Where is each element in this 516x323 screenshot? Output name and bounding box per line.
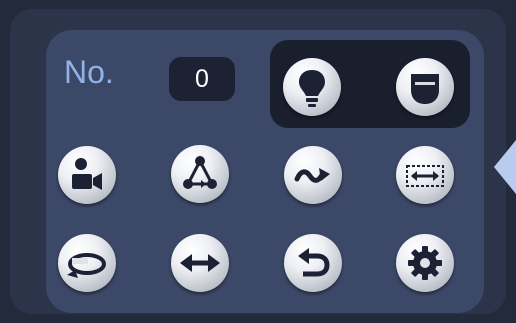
wave-arrow-icon (294, 168, 330, 183)
undo-arrow-icon (298, 248, 330, 277)
person-camera-icon (72, 158, 102, 190)
dashed-box-arrows-icon (406, 165, 444, 187)
camera-dome-icon (411, 74, 439, 104)
pan-button[interactable] (171, 234, 229, 292)
rotate-loop-icon (67, 253, 106, 278)
tour-button[interactable] (171, 145, 229, 203)
collapse-tab-icon[interactable] (492, 140, 516, 194)
scan-button[interactable] (396, 146, 454, 204)
light-button[interactable] (283, 58, 341, 116)
wiper-button[interactable] (396, 58, 454, 116)
pattern-button[interactable] (284, 146, 342, 204)
double-arrow-icon (180, 254, 220, 272)
record-button[interactable] (58, 146, 116, 204)
settings-button[interactable] (396, 234, 454, 292)
light-bulb-icon (299, 70, 325, 107)
rotate-button[interactable] (58, 234, 116, 292)
preset-number-label: No. (64, 54, 114, 90)
preset-number-field[interactable]: 0 (169, 57, 235, 101)
gear-icon (408, 246, 442, 280)
ptz-control-screen: No. 0 (0, 0, 516, 323)
triangle-nodes-icon (183, 156, 217, 189)
return-button[interactable] (284, 234, 342, 292)
